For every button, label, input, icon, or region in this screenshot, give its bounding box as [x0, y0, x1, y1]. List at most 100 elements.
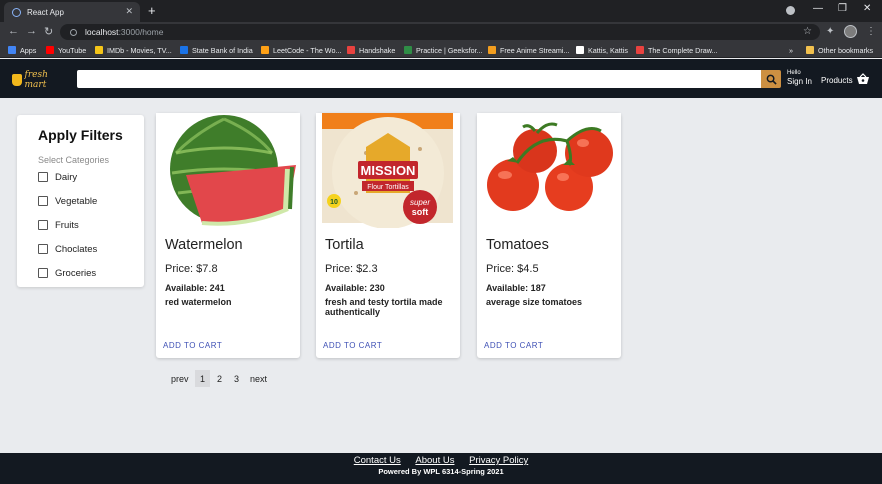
- product-price: Price: $7.8: [165, 263, 218, 275]
- browser-tab-strip: React App ✕ + — ❐ ✕: [0, 0, 882, 22]
- page-3-button[interactable]: 3: [229, 370, 244, 387]
- filters-subtitle: Select Categories: [38, 155, 110, 165]
- bookmark-leetcode[interactable]: LeetCode - The Wo...: [261, 44, 341, 56]
- restore-icon[interactable]: ❐: [838, 3, 847, 14]
- category-vegetable[interactable]: Vegetable: [38, 195, 97, 207]
- bookmarks-bar: Apps YouTube IMDb - Movies, TV... State …: [0, 42, 882, 58]
- bookmark-geeksforgeeks[interactable]: Practice | Geeksfor...: [404, 44, 483, 56]
- tortilla-brand: MISSION: [361, 163, 416, 178]
- search-input[interactable]: [77, 70, 761, 88]
- category-choclates[interactable]: Choclates: [38, 243, 97, 255]
- browser-tab[interactable]: React App ✕: [4, 2, 140, 22]
- tomatoes-image: [477, 113, 621, 228]
- bookmark-other[interactable]: Other bookmarks: [806, 44, 873, 56]
- category-groceries[interactable]: Groceries: [38, 267, 96, 279]
- close-tab-icon[interactable]: ✕: [125, 6, 133, 17]
- page-1-button[interactable]: 1: [195, 370, 210, 387]
- product-name: Tortila: [325, 237, 364, 253]
- sbi-icon: [180, 46, 188, 54]
- anime-site-icon: [488, 46, 496, 54]
- bookmarks-overflow-icon[interactable]: »: [789, 44, 793, 56]
- bookmark-kattis[interactable]: Kattis, Kattis: [576, 44, 628, 56]
- bookmark-anime[interactable]: Free Anime Streami...: [488, 44, 570, 56]
- product-description: red watermelon: [165, 297, 232, 307]
- category-fruits[interactable]: Fruits: [38, 219, 79, 231]
- powered-by-text: Powered By WPL 6314-Spring 2021: [378, 467, 504, 476]
- address-bar[interactable]: localhost:3000/home: [60, 24, 820, 40]
- basket-logo-icon: [12, 74, 22, 86]
- minimize-icon[interactable]: —: [813, 3, 823, 14]
- bookmark-imdb[interactable]: IMDb - Movies, TV...: [95, 44, 172, 56]
- product-availability: Available: 230: [325, 283, 385, 293]
- bookmark-label: Handshake: [359, 45, 396, 55]
- new-tab-icon[interactable]: +: [148, 3, 156, 18]
- tab-title: React App: [27, 7, 64, 17]
- reload-icon[interactable]: ↻: [44, 25, 53, 38]
- product-card-watermelon: Watermelon Price: $7.8 Available: 241 re…: [156, 113, 300, 358]
- watermelon-image: [156, 113, 300, 228]
- info-icon[interactable]: [70, 28, 77, 36]
- product-description: fresh and testy tortila made authentical…: [325, 297, 443, 318]
- kattis-icon: [576, 46, 584, 54]
- bookmark-label: Kattis, Kattis: [588, 45, 628, 55]
- product-name: Watermelon: [165, 237, 243, 253]
- geeksforgeeks-icon: [404, 46, 412, 54]
- bookmark-sbi[interactable]: State Bank of India: [180, 44, 253, 56]
- profile-status-icon[interactable]: [786, 6, 795, 15]
- filters-panel: Apply Filters Select Categories Dairy Ve…: [17, 115, 144, 287]
- bookmark-label: Other bookmarks: [818, 45, 874, 55]
- product-card-tortila: MISSION Flour Tortillas super soft 10 To…: [316, 113, 460, 358]
- category-label: Groceries: [55, 267, 97, 279]
- bookmark-star-icon[interactable]: ☆: [803, 26, 812, 37]
- add-to-cart-button[interactable]: ADD TO CART: [323, 341, 382, 350]
- bookmark-label: YouTube: [58, 45, 87, 55]
- url-path: :3000/home: [118, 27, 164, 37]
- category-dairy[interactable]: Dairy: [38, 171, 77, 183]
- category-label: Fruits: [55, 219, 79, 231]
- extensions-icon[interactable]: ✦: [826, 26, 834, 37]
- forward-icon[interactable]: →: [26, 25, 37, 37]
- next-page-button[interactable]: next: [250, 370, 267, 387]
- bookmark-apps[interactable]: Apps: [8, 44, 36, 56]
- checkbox[interactable]: [38, 172, 48, 182]
- add-to-cart-button[interactable]: ADD TO CART: [163, 341, 222, 350]
- bookmark-handshake[interactable]: Handshake: [347, 44, 395, 56]
- add-to-cart-button[interactable]: ADD TO CART: [484, 341, 543, 350]
- folder-icon: [806, 46, 814, 54]
- product-description: average size tomatoes: [486, 297, 583, 307]
- fresh-mart-logo[interactable]: fresh mart: [12, 70, 66, 90]
- tortilla-count: 10: [330, 199, 338, 206]
- bookmark-drawing[interactable]: The Complete Draw...: [636, 44, 718, 56]
- basket-cart-icon[interactable]: [856, 73, 870, 85]
- bookmark-youtube[interactable]: YouTube: [46, 44, 86, 56]
- products-link[interactable]: Products: [821, 76, 853, 85]
- product-availability: Available: 187: [486, 283, 546, 293]
- bookmark-label: LeetCode - The Wo...: [273, 45, 342, 55]
- checkbox[interactable]: [38, 244, 48, 254]
- react-favicon-icon: [12, 7, 21, 17]
- page-2-button[interactable]: 2: [212, 370, 227, 387]
- search-button[interactable]: [761, 70, 781, 88]
- sign-in-label: Sign In: [787, 77, 812, 86]
- leetcode-icon: [261, 46, 269, 54]
- browser-toolbar: ← → ↻ localhost:3000/home ☆ ✦ ⋮: [0, 22, 882, 42]
- checkbox[interactable]: [38, 220, 48, 230]
- close-window-icon[interactable]: ✕: [863, 3, 871, 14]
- about-us-link[interactable]: About Us: [415, 455, 454, 466]
- page-footer: Contact Us About Us Privacy Policy Power…: [0, 453, 882, 484]
- hello-text: Hello: [787, 70, 801, 76]
- menu-icon[interactable]: ⋮: [866, 26, 876, 37]
- bookmark-label: Apps: [20, 45, 37, 55]
- checkbox[interactable]: [38, 196, 48, 206]
- youtube-icon: [46, 46, 54, 54]
- bookmark-label: The Complete Draw...: [648, 45, 718, 55]
- sign-in-link[interactable]: Hello Sign In: [787, 70, 812, 86]
- filters-title: Apply Filters: [38, 127, 123, 143]
- privacy-policy-link[interactable]: Privacy Policy: [469, 455, 528, 466]
- prev-page-button[interactable]: prev: [171, 370, 189, 387]
- contact-us-link[interactable]: Contact Us: [354, 455, 401, 466]
- product-availability: Available: 241: [165, 283, 225, 293]
- checkbox[interactable]: [38, 268, 48, 278]
- profile-avatar[interactable]: [844, 25, 857, 38]
- back-icon[interactable]: ←: [8, 25, 19, 37]
